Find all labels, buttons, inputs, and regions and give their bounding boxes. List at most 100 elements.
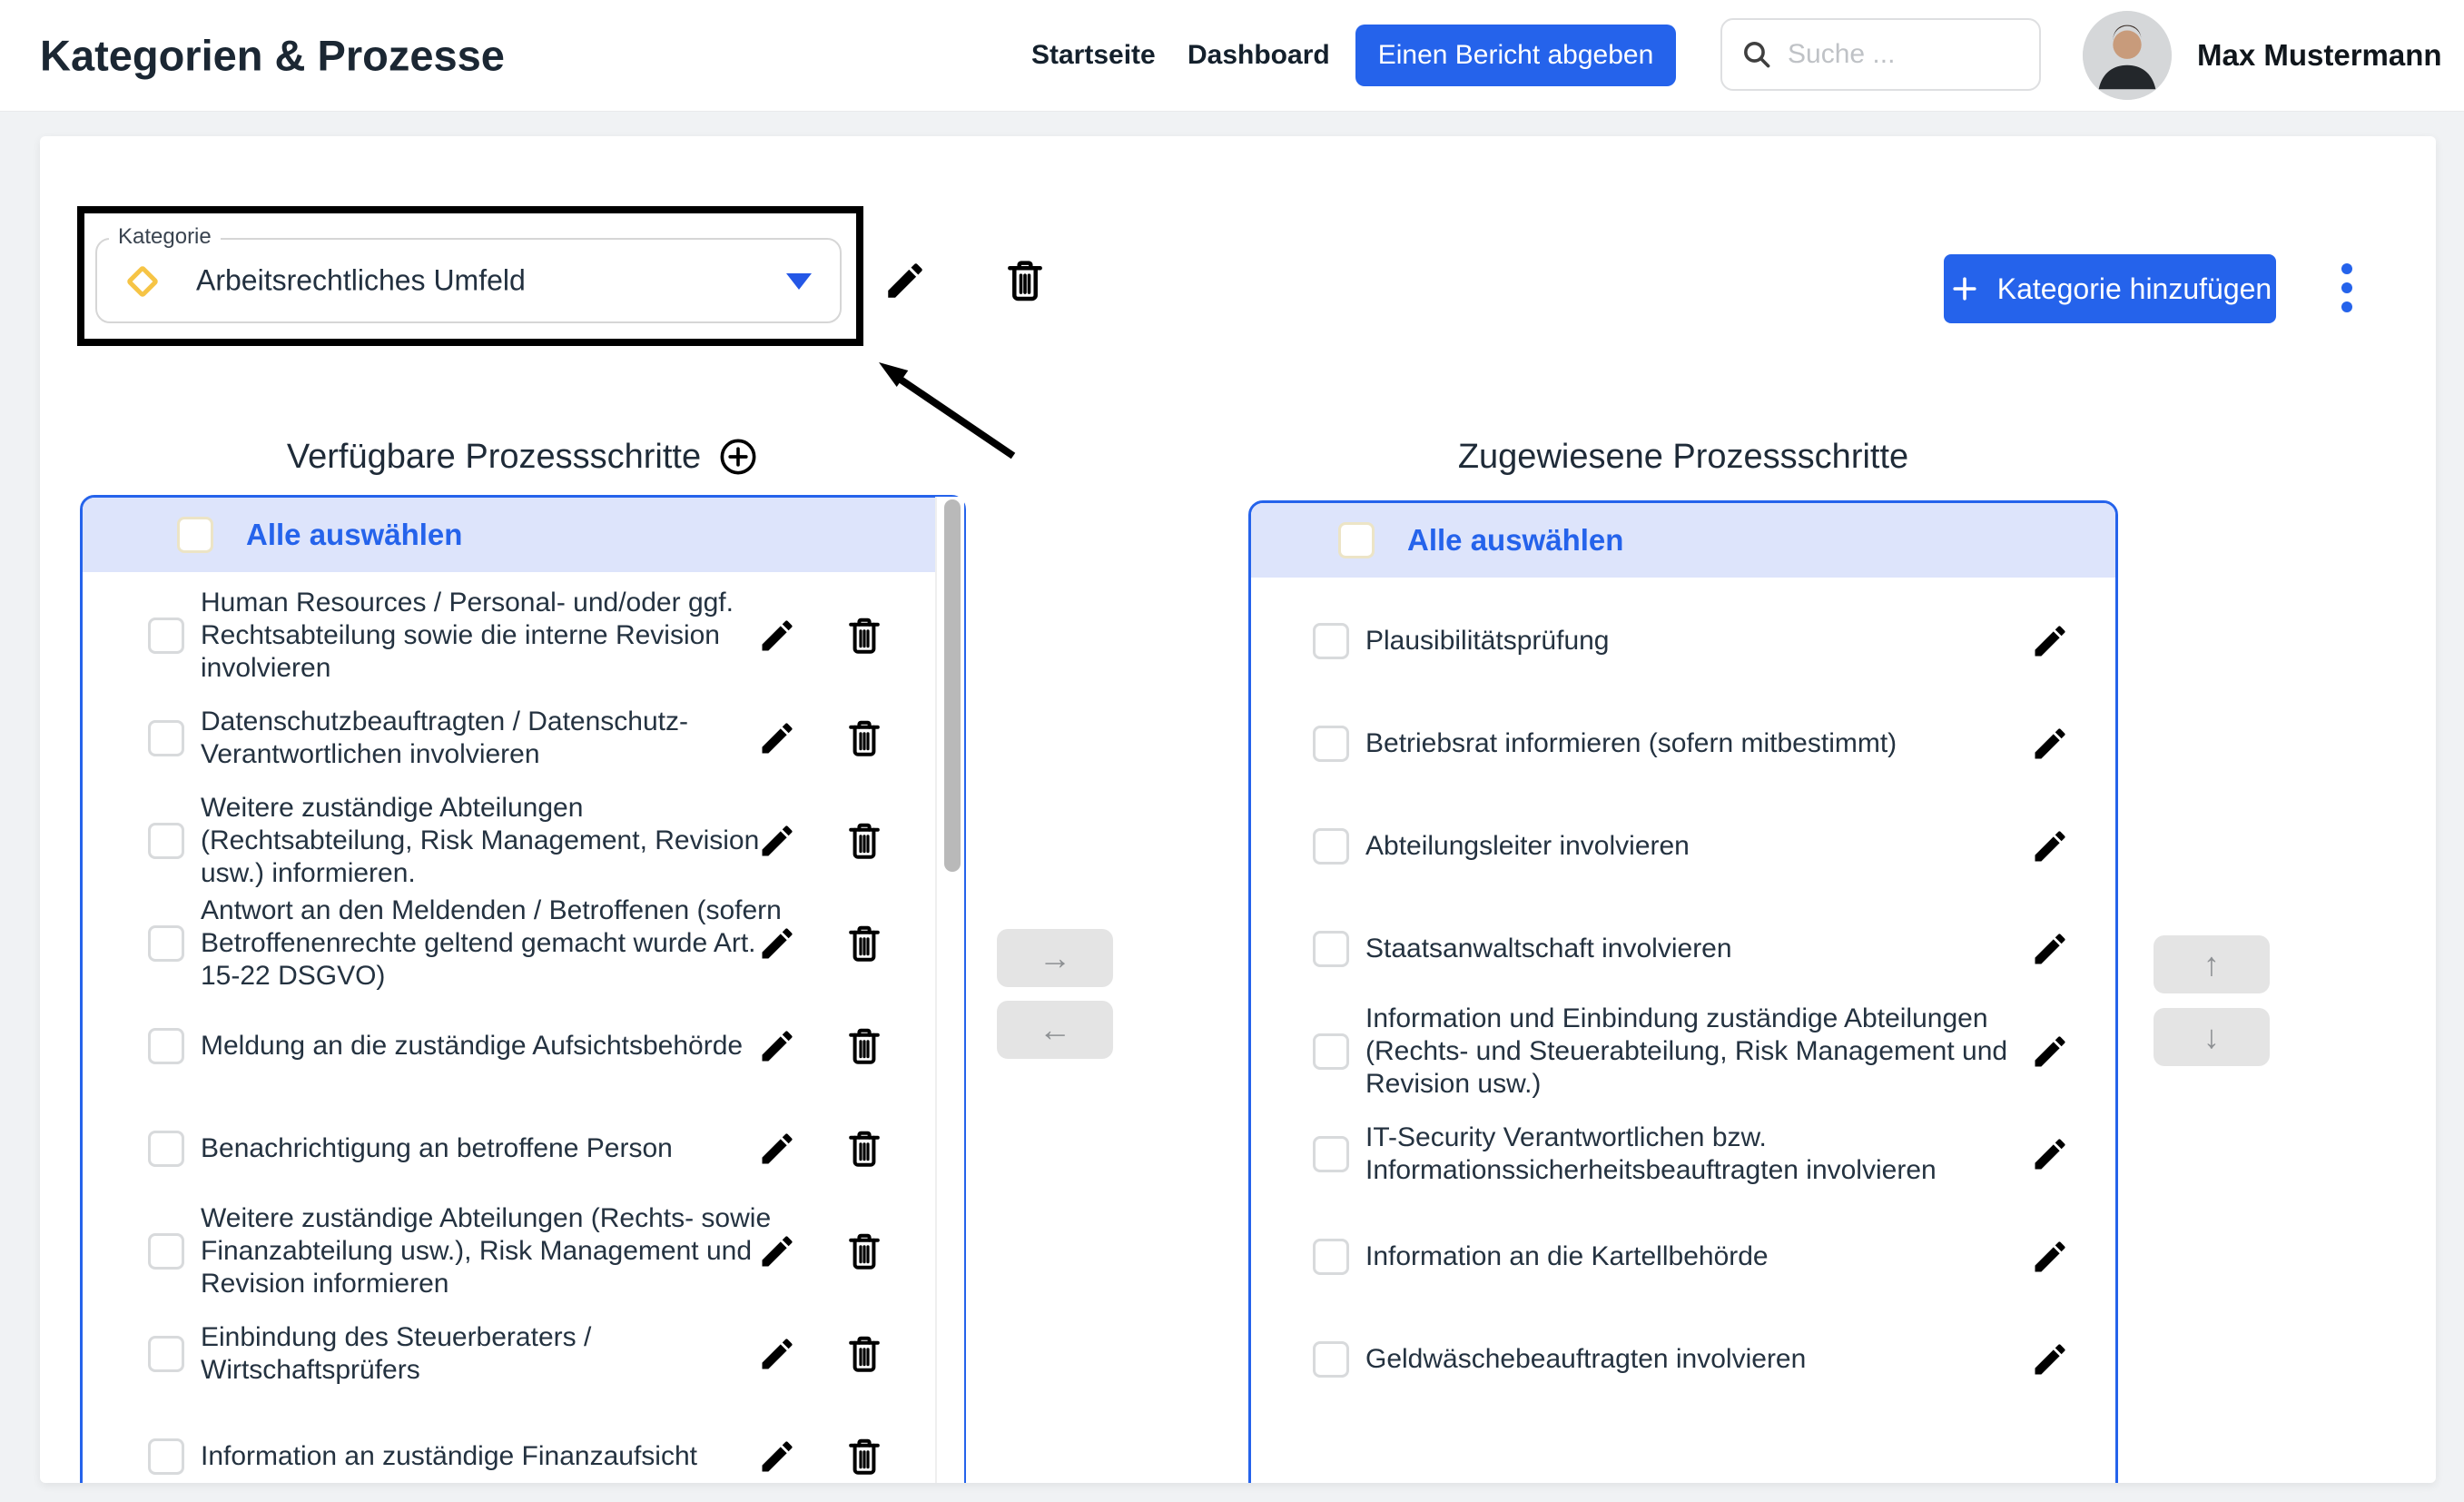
assigned-steps-heading-row: Zugewiesene Prozessschritte — [1248, 436, 2118, 478]
edit-step-icon[interactable] — [2030, 1237, 2070, 1277]
arrow-left-icon: ← — [1039, 1013, 1071, 1046]
select-all-label: Alle auswählen — [246, 518, 462, 552]
edit-category-button[interactable] — [882, 258, 928, 303]
step-checkbox[interactable] — [1313, 1033, 1349, 1070]
edit-step-icon[interactable] — [2030, 929, 2070, 969]
delete-step-icon[interactable] — [843, 716, 886, 760]
search-box[interactable] — [1720, 18, 2041, 91]
edit-step-icon[interactable] — [757, 1026, 797, 1066]
step-label: Human Resources / Personal- und/oder ggf… — [201, 587, 782, 685]
assigned-steps-listbox: Alle auswählen Plausibilitätsprüfung Bet… — [1248, 500, 2118, 1483]
assigned-select-all-header: Alle auswählen — [1251, 503, 2115, 578]
process-step-row: Datenschutzbeauftragten / Datenschutz-Ve… — [83, 687, 963, 789]
step-checkbox[interactable] — [1313, 931, 1349, 967]
step-checkbox[interactable] — [148, 925, 184, 962]
process-step-row: Plausibilitätsprüfung — [1251, 589, 2115, 692]
step-label: Information an die Kartellbehörde — [1365, 1240, 2055, 1273]
edit-step-icon[interactable] — [2030, 826, 2070, 866]
process-step-row: Meldung an die zuständige Aufsichtsbehör… — [83, 994, 963, 1097]
step-label: Information an zuständige Finanzaufsicht — [201, 1440, 782, 1473]
step-checkbox[interactable] — [148, 720, 184, 756]
user-avatar[interactable] — [2083, 11, 2172, 100]
edit-step-icon[interactable] — [2030, 1134, 2070, 1174]
delete-step-icon[interactable] — [843, 1435, 886, 1478]
delete-step-icon[interactable] — [843, 1230, 886, 1273]
edit-step-icon[interactable] — [757, 1129, 797, 1169]
available-steps-heading: Verfügbare Prozessschritte — [287, 438, 701, 477]
step-label: Abteilungsleiter involvieren — [1365, 830, 2055, 863]
edit-step-icon[interactable] — [757, 1231, 797, 1271]
edit-step-icon[interactable] — [2030, 621, 2070, 661]
add-process-step-icon[interactable] — [717, 436, 759, 478]
move-up-button[interactable]: ↑ — [2154, 935, 2270, 993]
user-name: Max Mustermann — [2197, 38, 2442, 73]
select-all-checkbox[interactable] — [1338, 522, 1375, 558]
delete-step-icon[interactable] — [843, 614, 886, 657]
select-all-label: Alle auswählen — [1407, 523, 1623, 558]
move-right-button[interactable]: → — [997, 929, 1113, 987]
available-steps-listbox: Alle auswählen Human Resources / Persona… — [80, 495, 966, 1483]
step-label: Betriebsrat informieren (sofern mitbesti… — [1365, 727, 2055, 760]
edit-step-icon[interactable] — [2030, 1339, 2070, 1379]
edit-step-icon[interactable] — [757, 1437, 797, 1477]
step-checkbox[interactable] — [1313, 1136, 1349, 1172]
step-checkbox[interactable] — [148, 618, 184, 654]
search-input[interactable] — [1788, 39, 1996, 70]
process-step-row: Information an die Kartellbehörde — [1251, 1205, 2115, 1308]
edit-step-icon[interactable] — [757, 821, 797, 861]
arrow-up-icon: ↑ — [2203, 948, 2220, 981]
edit-step-icon[interactable] — [2030, 724, 2070, 764]
available-steps-heading-row: Verfügbare Prozessschritte — [80, 436, 966, 478]
edit-step-icon[interactable] — [757, 616, 797, 656]
delete-category-button[interactable] — [1000, 256, 1050, 305]
step-checkbox[interactable] — [148, 823, 184, 859]
more-options-menu-icon[interactable] — [2341, 263, 2353, 316]
step-label: Benachrichtigung an betroffene Person — [201, 1132, 782, 1165]
scrollbar-thumb[interactable] — [944, 499, 961, 872]
process-step-row: Weitere zuständige Abteilungen (Rechtsab… — [83, 789, 963, 892]
delete-step-icon[interactable] — [843, 922, 886, 965]
step-checkbox[interactable] — [148, 1438, 184, 1475]
process-step-row: IT-Security Verantwortlichen bzw. Inform… — [1251, 1102, 2115, 1205]
step-label: Staatsanwaltschaft involvieren — [1365, 933, 2055, 965]
step-checkbox[interactable] — [1313, 726, 1349, 762]
nav-item-dashboard[interactable]: Dashboard — [1188, 40, 1330, 71]
edit-step-icon[interactable] — [757, 924, 797, 963]
step-label: Antwort an den Meldenden / Betroffenen (… — [201, 894, 782, 993]
delete-step-icon[interactable] — [843, 1127, 886, 1171]
step-label: Meldung an die zuständige Aufsichtsbehör… — [201, 1030, 782, 1062]
process-step-row: Weitere zuständige Abteilungen (Rechts- … — [83, 1200, 963, 1302]
step-checkbox[interactable] — [148, 1028, 184, 1064]
process-step-row: Staatsanwaltschaft involvieren — [1251, 897, 2115, 1000]
move-left-button[interactable]: ← — [997, 1001, 1113, 1059]
step-checkbox[interactable] — [1313, 1239, 1349, 1275]
step-checkbox[interactable] — [1313, 1341, 1349, 1378]
submit-report-button[interactable]: Einen Bericht abgeben — [1355, 25, 1676, 86]
process-step-row: Benachrichtigung an betroffene Person — [83, 1097, 963, 1200]
page-title: Kategorien & Prozesse — [40, 31, 505, 81]
edit-step-icon[interactable] — [757, 1334, 797, 1374]
step-checkbox[interactable] — [1313, 623, 1349, 659]
arrow-right-icon: → — [1039, 942, 1071, 974]
step-checkbox[interactable] — [148, 1131, 184, 1167]
edit-step-icon[interactable] — [757, 718, 797, 758]
top-navigation-bar: Kategorien & Prozesse Startseite Dashboa… — [0, 0, 2464, 111]
delete-step-icon[interactable] — [843, 1332, 886, 1376]
arrow-down-icon: ↓ — [2203, 1021, 2220, 1053]
edit-step-icon[interactable] — [2030, 1032, 2070, 1072]
add-category-button[interactable]: Kategorie hinzufügen — [1944, 254, 2276, 323]
delete-step-icon[interactable] — [843, 1024, 886, 1068]
delete-step-icon[interactable] — [843, 819, 886, 863]
category-field-label: Kategorie — [109, 224, 221, 250]
select-all-checkbox[interactable] — [177, 517, 213, 553]
move-down-button[interactable]: ↓ — [2154, 1008, 2270, 1066]
add-category-label: Kategorie hinzufügen — [1997, 272, 2272, 306]
step-checkbox[interactable] — [148, 1233, 184, 1270]
nav-item-startseite[interactable]: Startseite — [1031, 40, 1156, 71]
step-label: Weitere zuständige Abteilungen (Rechtsab… — [201, 792, 782, 890]
step-label: Einbindung des Steuerberaters / Wirtscha… — [201, 1321, 782, 1387]
step-checkbox[interactable] — [148, 1336, 184, 1372]
process-step-row: Einbindung des Steuerberaters / Wirtscha… — [83, 1302, 963, 1405]
step-checkbox[interactable] — [1313, 828, 1349, 865]
dropdown-caret-icon[interactable] — [786, 273, 812, 290]
